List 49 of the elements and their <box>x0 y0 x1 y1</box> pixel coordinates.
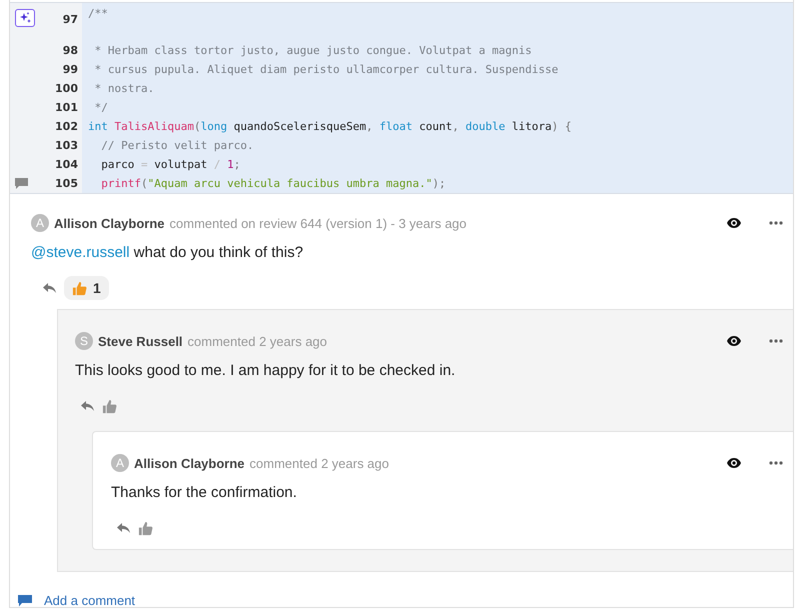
line-number: 103 <box>55 139 78 152</box>
line-number: 98 <box>62 44 78 57</box>
line-number: 104 <box>55 158 78 171</box>
eye-icon[interactable] <box>727 458 741 468</box>
author-name: Allison Clayborne <box>134 456 245 470</box>
author-name: Allison Clayborne <box>54 216 165 230</box>
thumbs-up-icon <box>72 280 87 296</box>
comment-text: Thanks for the confirmation. <box>111 484 298 501</box>
code-line: // Peristo velit parco. <box>100 139 254 152</box>
comment-text: This looks good to me. I am happy for it to be checked in. <box>75 362 456 379</box>
comment-meta: commented 2 years ago <box>188 334 328 348</box>
like-reaction[interactable]: 1 <box>64 276 109 300</box>
thumbs-up-icon[interactable] <box>138 520 153 536</box>
avatar: A <box>31 214 49 232</box>
comment-icon[interactable] <box>15 178 28 190</box>
code-line: printf("Aquam arcu vehicula faucibus umbra magna."); <box>100 177 446 190</box>
comment-text: @steve.russell what do you think of this? <box>31 244 304 261</box>
eye-icon[interactable] <box>727 336 741 346</box>
comment-meta: commented on review 644 (version 1) - 3 years ago <box>170 216 467 230</box>
line-number: 102 <box>55 120 78 133</box>
add-comment-link[interactable]: Add a comment <box>44 593 136 607</box>
reply-icon[interactable] <box>43 283 56 293</box>
line-number: 100 <box>55 82 78 95</box>
comment-meta: commented 2 years ago <box>250 456 389 470</box>
reply-icon[interactable] <box>81 401 94 411</box>
code-line: */ <box>94 101 108 114</box>
code-line: * cursus pupula. Aliquet diam peristo ullamcorper cultura. Suspendisse <box>94 63 558 76</box>
more-icon[interactable] <box>769 221 783 225</box>
line-number: 99 <box>62 63 78 76</box>
code-line: int TalisAliquam(long quandoScelerisqueSem, float count, double litora) { <box>87 120 572 133</box>
code-line: * nostra. <box>94 82 154 95</box>
sparkle-icon <box>19 12 31 24</box>
line-number: 101 <box>55 101 78 114</box>
avatar: S <box>75 332 93 350</box>
mention-link[interactable]: @steve.russell <box>31 244 130 261</box>
code-line: parco = volutpat / 1; <box>100 158 240 171</box>
more-icon[interactable] <box>769 461 783 465</box>
ai-assist-button[interactable] <box>15 9 35 27</box>
line-number: 97 <box>62 13 78 26</box>
reply-icon[interactable] <box>117 523 130 533</box>
line-number: 105 <box>55 177 78 190</box>
code-line: * Herbam class tortor justo, augue justo congue. Volutpat a magnis <box>94 44 532 57</box>
thumbs-up-icon[interactable] <box>102 398 117 414</box>
author-name: Steve Russell <box>98 334 183 348</box>
comment-icon <box>18 594 32 606</box>
code-line: /** <box>87 6 108 20</box>
avatar: A <box>111 454 129 472</box>
more-icon[interactable] <box>769 339 783 343</box>
eye-icon[interactable] <box>727 218 741 228</box>
